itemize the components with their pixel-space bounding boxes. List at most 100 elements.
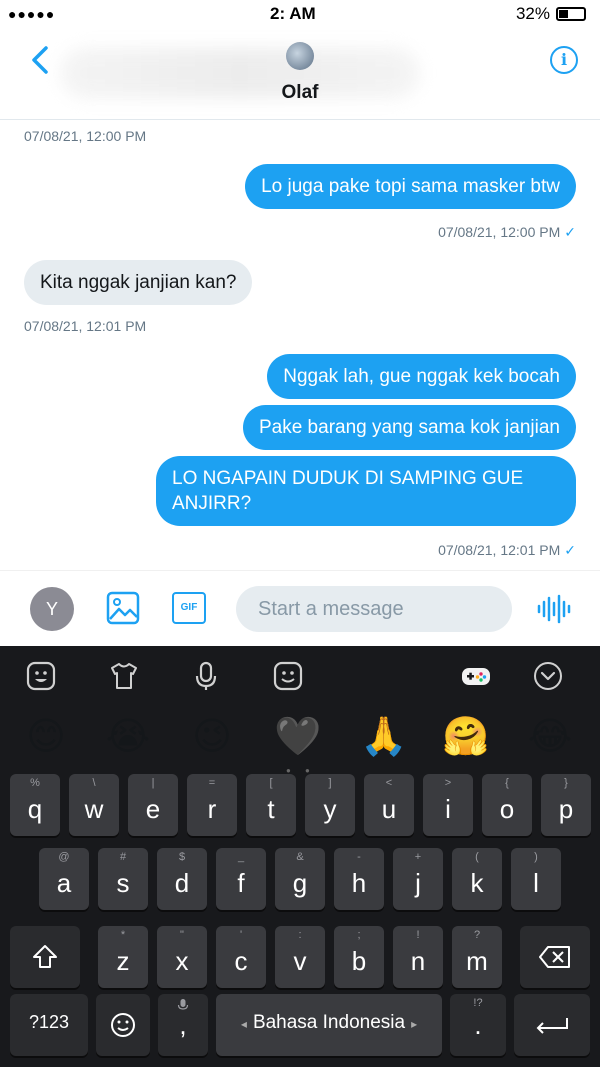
key-g[interactable]: & g	[275, 848, 325, 910]
emoji-key[interactable]	[96, 994, 150, 1056]
key-y[interactable]: ] y	[305, 774, 355, 836]
status-time: 2: AM	[270, 4, 316, 23]
emoji-suggestion[interactable]: 😉	[188, 712, 236, 760]
key-hint: )	[534, 851, 538, 863]
shift-icon	[33, 945, 57, 968]
key-hint: >	[444, 777, 452, 789]
key-hint: +	[414, 851, 422, 863]
backspace-key[interactable]	[520, 926, 590, 988]
key-label: a	[56, 868, 72, 898]
keyboard-toolbar	[0, 654, 600, 698]
key-label: x	[175, 946, 189, 976]
key-hint: [	[269, 777, 273, 789]
key-label: q	[27, 794, 43, 824]
key-label: h	[351, 868, 367, 898]
key-f[interactable]: _ f	[216, 848, 266, 910]
period-key-label: .	[474, 1010, 482, 1040]
message-bubble-outgoing[interactable]: Nggak lah, gue nggak kek bocah	[267, 354, 576, 399]
key-hint: |	[151, 777, 155, 789]
key-l[interactable]: ) l	[511, 848, 561, 910]
comma-key[interactable]: ,	[158, 994, 208, 1056]
sticker-button[interactable]	[25, 660, 57, 692]
arrow-left-icon: ◂	[240, 1017, 247, 1031]
key-i[interactable]: > i	[423, 774, 473, 836]
key-hint: -	[357, 851, 361, 863]
emoji-suggestion[interactable]: 😊	[22, 712, 70, 760]
key-j[interactable]: + j	[393, 848, 443, 910]
key-hint: %	[30, 777, 40, 789]
contact-avatar[interactable]	[286, 42, 314, 70]
key-e[interactable]: | e	[128, 774, 178, 836]
voice-input-button[interactable]	[190, 660, 222, 692]
sticker-icon	[26, 661, 56, 691]
theme-button[interactable]	[108, 660, 140, 692]
key-x[interactable]: " x	[157, 926, 207, 988]
key-t[interactable]: [t	[246, 774, 296, 836]
key-s[interactable]: # s	[98, 848, 148, 910]
key-a[interactable]: @ a	[39, 848, 89, 910]
message-bubble-outgoing[interactable]: LO NGAPAIN DUDUK DI SAMPING GUE ANJIRR?	[156, 456, 576, 526]
key-c[interactable]: ' c	[216, 926, 266, 988]
info-button[interactable]: i	[550, 46, 578, 74]
key-q[interactable]: % q	[10, 774, 60, 836]
message-timestamp: 07/08/21, 12:01 PM	[24, 318, 147, 334]
emoji-panel-button[interactable]	[272, 660, 304, 692]
key-v[interactable]: :v	[275, 926, 325, 988]
emoji-suggestion[interactable]: 🖤	[274, 712, 322, 760]
period-key[interactable]: !? .	[450, 994, 506, 1056]
key-m[interactable]: ? m	[452, 926, 502, 988]
message-timestamp: 07/08/21, 12:01 PM ✓	[438, 542, 576, 559]
signal-indicator: ●●●●●	[8, 6, 56, 22]
key-b[interactable]: ; b	[334, 926, 384, 988]
numbers-key[interactable]: ?123	[10, 994, 88, 1056]
key-label: g	[292, 868, 308, 898]
key-h[interactable]: -h	[334, 848, 384, 910]
back-button[interactable]	[26, 42, 56, 78]
emoji-suggestion[interactable]: 🤗	[442, 712, 490, 760]
tshirt-icon	[111, 663, 137, 689]
message-input[interactable]	[236, 586, 512, 632]
user-avatar[interactable]: Y	[30, 587, 74, 631]
space-key[interactable]: ◂ Bahasa Indonesia ▸	[216, 994, 442, 1056]
comma-key-label: ,	[179, 1010, 187, 1040]
key-hint: "	[180, 929, 184, 941]
timestamp-text: 07/08/21, 12:00 PM	[438, 224, 561, 240]
shift-key[interactable]	[10, 926, 80, 988]
key-hint: {	[505, 777, 509, 789]
key-k[interactable]: (k	[452, 848, 502, 910]
key-r[interactable]: = r	[187, 774, 237, 836]
key-label: k	[470, 868, 484, 898]
return-key[interactable]	[514, 994, 590, 1056]
contact-name[interactable]: Olaf	[0, 82, 600, 104]
key-z[interactable]: * z	[98, 926, 148, 988]
key-w[interactable]: \ w	[69, 774, 119, 836]
key-label: m	[466, 946, 488, 976]
gif-button[interactable]: GIF	[172, 592, 206, 624]
key-o[interactable]: {o	[482, 774, 532, 836]
key-hint: ;	[357, 929, 361, 941]
emoji-suggestion[interactable]: 🙏	[360, 712, 408, 760]
collapse-keyboard-button[interactable]	[532, 660, 564, 692]
game-button[interactable]	[460, 660, 492, 692]
key-hint: #	[119, 851, 127, 863]
key-n[interactable]: ! n	[393, 926, 443, 988]
conversation-header: Olaf i	[0, 30, 600, 120]
message-bubble-outgoing[interactable]: Lo juga pake topi sama masker btw	[245, 164, 576, 209]
sent-check-icon: ✓	[564, 542, 576, 558]
emoji-suggestion[interactable]: 😭	[104, 712, 152, 760]
voice-message-button[interactable]	[536, 593, 572, 625]
key-p[interactable]: } p	[541, 774, 591, 836]
key-hint: (	[475, 851, 479, 863]
key-u[interactable]: < u	[364, 774, 414, 836]
battery-icon	[556, 7, 586, 21]
emoji-suggestion[interactable]: 😂	[526, 712, 574, 760]
chevron-left-icon	[32, 46, 48, 74]
image-icon	[106, 591, 140, 625]
key-d[interactable]: $ d	[157, 848, 207, 910]
gamepad-icon	[462, 668, 490, 685]
message-bubble-incoming[interactable]: Kita nggak janjian kan?	[24, 260, 253, 305]
key-label: d	[174, 868, 190, 898]
message-bubble-outgoing[interactable]: Pake barang yang sama kok janjian	[242, 405, 576, 450]
key-hint: ]	[328, 777, 332, 789]
image-button[interactable]	[106, 591, 140, 625]
